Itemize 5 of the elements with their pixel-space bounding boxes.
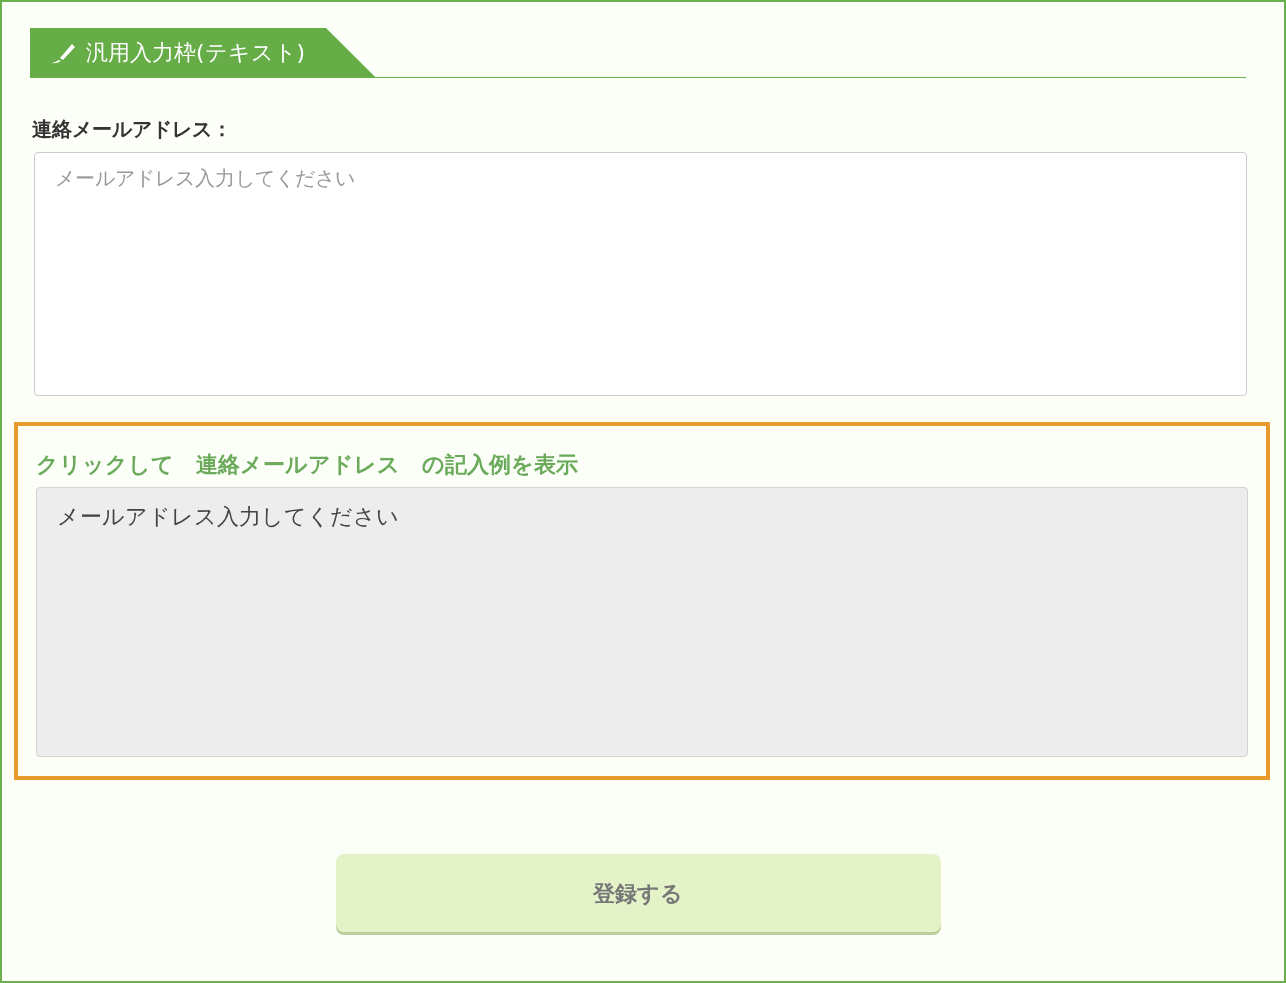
- field-label: 連絡メールアドレス：: [32, 116, 233, 143]
- email-input-field[interactable]: メールアドレス入力してください: [34, 152, 1247, 396]
- example-toggle-link[interactable]: クリックして 連絡メールアドレス の記入例を表示: [36, 448, 578, 481]
- section-title: 汎用入力枠(テキスト): [86, 39, 306, 67]
- example-text: メールアドレス入力してください: [57, 504, 399, 529]
